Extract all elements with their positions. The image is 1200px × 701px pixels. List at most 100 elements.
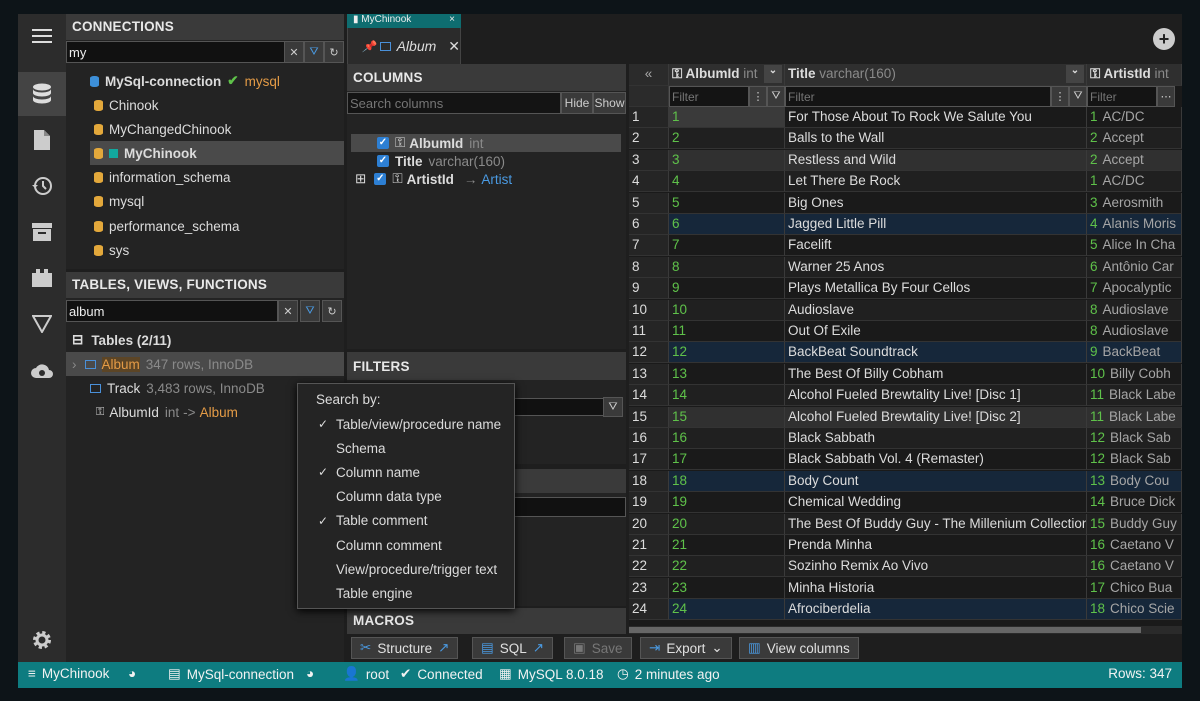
database-icon[interactable] bbox=[18, 72, 66, 116]
file-icon[interactable] bbox=[18, 118, 66, 162]
title-cell[interactable]: Balls to the Wall bbox=[785, 128, 1087, 150]
show-button[interactable]: Show bbox=[593, 92, 626, 114]
export-button[interactable]: ⇥ Export ⌄ bbox=[640, 637, 732, 659]
database-item[interactable]: MyChinook bbox=[90, 141, 344, 166]
albumid-cell[interactable]: 11 bbox=[669, 321, 785, 342]
header-dropdown-icon[interactable]: ⌄ bbox=[764, 65, 782, 83]
sql-button[interactable]: ▤ SQL ↗ bbox=[472, 637, 554, 659]
artistid-cell[interactable]: 5 Alice In Cha bbox=[1087, 235, 1182, 257]
artistid-cell[interactable]: 2 Accept bbox=[1087, 149, 1182, 171]
table-row[interactable]: 22 22 Sozinho Remix Ao Vivo 16 Caetano V bbox=[629, 556, 1182, 578]
artistid-cell[interactable]: 16 Caetano V bbox=[1087, 556, 1182, 578]
table-row[interactable]: 6 6 Jagged Little Pill 4 Alanis Moris bbox=[629, 214, 1182, 235]
albumid-cell[interactable]: 1 bbox=[669, 107, 785, 128]
clear-filter-button[interactable]: ✕ bbox=[284, 41, 304, 63]
menu-item[interactable]: ✓ Table comment bbox=[298, 509, 514, 533]
albumid-cell[interactable]: 20 bbox=[669, 513, 785, 535]
albumid-cell[interactable]: 13 bbox=[669, 363, 785, 385]
table-row[interactable]: 12 12 BackBeat Soundtrack 9 BackBeat bbox=[629, 342, 1182, 364]
albumid-cell[interactable]: 6 bbox=[669, 214, 785, 235]
title-cell[interactable]: Black Sabbath Vol. 4 (Remaster) bbox=[785, 449, 1087, 471]
title-cell[interactable]: Let There Be Rock bbox=[785, 171, 1087, 193]
table-row[interactable]: 8 8 Warner 25 Anos 6 Antônio Car bbox=[629, 256, 1182, 278]
table-row[interactable]: 18 18 Body Count 13 Body Cou bbox=[629, 470, 1182, 492]
title-cell[interactable]: Sozinho Remix Ao Vivo bbox=[785, 556, 1087, 578]
tables-filter-options-button[interactable]: ⛛ bbox=[300, 300, 320, 322]
database-item[interactable]: sys bbox=[94, 238, 129, 262]
horizontal-scrollbar[interactable] bbox=[629, 626, 1182, 634]
table-row[interactable]: 2 2 Balls to the Wall 2 Accept bbox=[629, 128, 1182, 150]
artistid-cell[interactable]: 14 Bruce Dick bbox=[1087, 492, 1182, 514]
albumid-cell[interactable]: 12 bbox=[669, 342, 785, 364]
tables-filter-input[interactable] bbox=[66, 300, 278, 322]
scrollbar-thumb[interactable] bbox=[629, 627, 1141, 633]
filter-input[interactable] bbox=[514, 398, 604, 416]
header-albumid[interactable]: ⚿ AlbumId int ⌄ bbox=[669, 64, 785, 86]
palette-icon-2[interactable]: ◕ bbox=[306, 666, 314, 681]
albumid-cell[interactable]: 9 bbox=[669, 278, 785, 300]
table-row[interactable]: 23 23 Minha Historia 17 Chico Bua bbox=[629, 577, 1182, 599]
artistid-cell[interactable]: 13 Body Cou bbox=[1087, 470, 1182, 492]
title-cell[interactable]: Plays Metallica By Four Cellos bbox=[785, 278, 1087, 300]
menu-item[interactable]: Schema bbox=[298, 436, 514, 460]
artistid-cell[interactable]: 10 Billy Cobh bbox=[1087, 363, 1182, 385]
title-cell[interactable]: Big Ones bbox=[785, 192, 1087, 214]
structure-button[interactable]: ✂ Structure ↗ bbox=[351, 637, 459, 659]
fk-row[interactable]: ⚿ AlbumId int -> Album bbox=[96, 400, 238, 424]
title-cell[interactable]: Body Count bbox=[785, 470, 1087, 492]
table-row[interactable]: 4 4 Let There Be Rock 1 AC/DC bbox=[629, 171, 1182, 193]
connections-filter-input[interactable] bbox=[66, 41, 286, 63]
title-cell[interactable]: The Best Of Buddy Guy - The Millenium Co… bbox=[785, 513, 1087, 535]
artistid-cell[interactable]: 8 Audioslave bbox=[1087, 321, 1182, 342]
view-columns-button[interactable]: ▥ View columns bbox=[739, 637, 859, 659]
database-item[interactable]: performance_schema bbox=[94, 214, 240, 238]
database-item[interactable]: information_schema bbox=[94, 166, 231, 190]
column-link[interactable]: Artist bbox=[481, 172, 512, 187]
albumid-cell[interactable]: 21 bbox=[669, 535, 785, 556]
column-row[interactable]: ✓ Title varchar(160) bbox=[355, 152, 505, 170]
albumid-cell[interactable]: 23 bbox=[669, 577, 785, 599]
artistid-cell[interactable]: 11 Black Labe bbox=[1087, 385, 1182, 407]
artistid-cell[interactable]: 4 Alanis Moris bbox=[1087, 214, 1182, 235]
status-connection[interactable]: ▤ MySql-connection bbox=[168, 666, 294, 682]
artistid-cell[interactable]: 12 Black Sab bbox=[1087, 449, 1182, 471]
artistid-cell[interactable]: 16 Caetano V bbox=[1087, 535, 1182, 556]
expand-icon[interactable]: ⊞ bbox=[355, 171, 366, 187]
artistid-cell[interactable]: 8 Audioslave bbox=[1087, 299, 1182, 321]
table-row[interactable]: 11 11 Out Of Exile 8 Audioslave bbox=[629, 321, 1182, 342]
title-cell[interactable]: For Those About To Rock We Salute You bbox=[785, 107, 1087, 128]
table-row[interactable]: 7 7 Facelift 5 Alice In Cha bbox=[629, 235, 1182, 257]
albumid-cell[interactable]: 3 bbox=[669, 149, 785, 171]
table-row[interactable]: 17 17 Black Sabbath Vol. 4 (Remaster) 12 Bla… bbox=[629, 449, 1182, 471]
table-row-album[interactable]: › Album 347 rows, InnoDB bbox=[66, 352, 344, 376]
settings-gear-icon[interactable] bbox=[18, 618, 66, 662]
refresh-button[interactable]: ↻ bbox=[324, 41, 344, 63]
filter-options-button[interactable]: ⛛ bbox=[304, 41, 324, 63]
artistid-cell[interactable]: 1 AC/DC bbox=[1087, 171, 1182, 193]
artistid-cell[interactable]: 3 Aerosmith bbox=[1087, 192, 1182, 214]
title-cell[interactable]: Warner 25 Anos bbox=[785, 256, 1087, 278]
table-row[interactable]: 20 20 The Best Of Buddy Guy - The Milleniu… bbox=[629, 513, 1182, 535]
title-cell[interactable]: Restless and Wild bbox=[785, 149, 1087, 171]
menu-item[interactable]: Column comment bbox=[298, 533, 514, 557]
mini-tab-close-icon[interactable]: × bbox=[449, 14, 455, 25]
title-cell[interactable]: Prenda Minha bbox=[785, 535, 1087, 556]
albumid-cell[interactable]: 2 bbox=[669, 128, 785, 150]
filter-menu-icon[interactable]: ⋮ bbox=[1051, 86, 1069, 107]
albumid-cell[interactable]: 16 bbox=[669, 428, 785, 449]
history-icon[interactable] bbox=[18, 164, 66, 208]
tab-close-icon[interactable]: ✕ bbox=[448, 38, 460, 55]
title-cell[interactable]: Out Of Exile bbox=[785, 321, 1087, 342]
tables-refresh-button[interactable]: ↻ bbox=[322, 300, 342, 322]
artistid-filter-input[interactable] bbox=[1087, 86, 1157, 107]
archive-icon[interactable] bbox=[18, 210, 66, 254]
filter-menu-icon[interactable]: ⋮ bbox=[749, 86, 767, 107]
title-cell[interactable]: Afrociberdelia bbox=[785, 599, 1087, 621]
title-cell[interactable]: Alcohol Fueled Brewtality Live! [Disc 1] bbox=[785, 385, 1087, 407]
title-filter-input[interactable] bbox=[785, 86, 1051, 107]
artistid-cell[interactable]: 9 BackBeat bbox=[1087, 342, 1182, 364]
save-button[interactable]: ▣ Save bbox=[564, 637, 632, 659]
connection-node[interactable]: MySql-connection ✔ mysql bbox=[90, 69, 280, 93]
albumid-cell[interactable]: 14 bbox=[669, 385, 785, 407]
artistid-cell[interactable]: 6 Antônio Car bbox=[1087, 256, 1182, 278]
